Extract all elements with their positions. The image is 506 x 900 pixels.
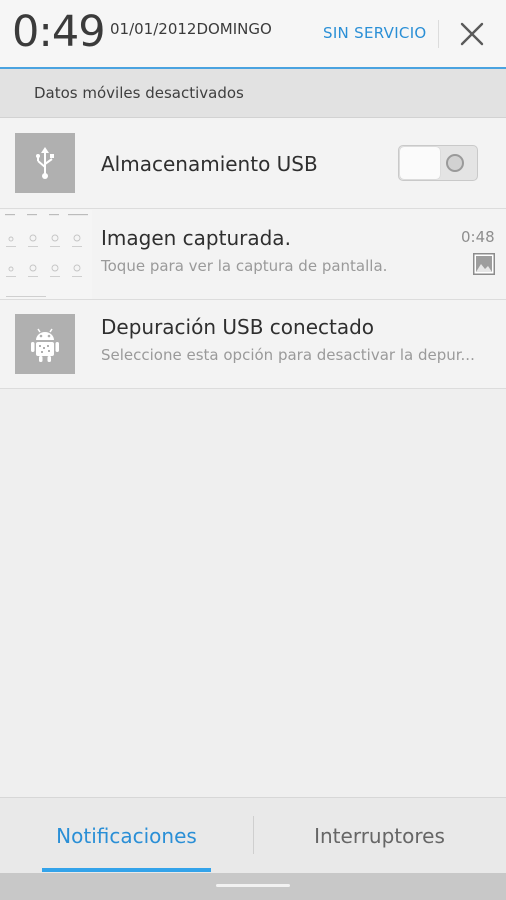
notification-subtitle: Toque para ver la captura de pantalla.: [101, 257, 388, 275]
notification-subtitle: Seleccione esta opción para desactivar l…: [101, 346, 475, 364]
mobile-data-status-row[interactable]: Datos móviles desactivados: [0, 69, 506, 118]
drag-handle[interactable]: [216, 884, 290, 887]
notification-title: Imagen capturada.: [101, 226, 291, 250]
date-label: 01/01/2012DOMINGO: [110, 20, 272, 38]
notification-title: Almacenamiento USB: [101, 152, 318, 176]
screenshot-thumbnail: [0, 210, 92, 299]
toggle-thumb: [400, 147, 440, 179]
usb-icon: [15, 133, 75, 193]
clock: 0:49: [12, 7, 106, 57]
tab-switches-label: Interruptores: [314, 824, 445, 848]
notification-usb-debugging[interactable]: Depuración USB conectado Seleccione esta…: [0, 300, 506, 389]
mobile-data-label: Datos móviles desactivados: [34, 84, 244, 102]
tab-notifications-label: Notificaciones: [56, 824, 197, 848]
notification-time: 0:48: [461, 228, 495, 246]
notification-shade-header: 0:49 01/01/2012DOMINGO SIN SERVICIO: [0, 0, 506, 68]
notification-title: Depuración USB conectado: [101, 315, 375, 339]
toggle-off-indicator-icon: [446, 154, 464, 172]
image-icon: [473, 253, 495, 275]
tab-switches[interactable]: Interruptores: [253, 798, 506, 874]
active-tab-indicator: [42, 868, 211, 872]
drag-handle-area: [0, 873, 506, 900]
carrier-label: SIN SERVICIO: [323, 24, 427, 42]
header-divider: [438, 20, 439, 48]
close-icon: [460, 22, 484, 46]
close-button[interactable]: [452, 14, 492, 54]
usb-storage-toggle[interactable]: [398, 145, 478, 181]
tab-bar: Notificaciones Interruptores: [0, 797, 506, 874]
android-debug-icon: [15, 314, 75, 374]
tab-notifications[interactable]: Notificaciones: [0, 798, 253, 874]
